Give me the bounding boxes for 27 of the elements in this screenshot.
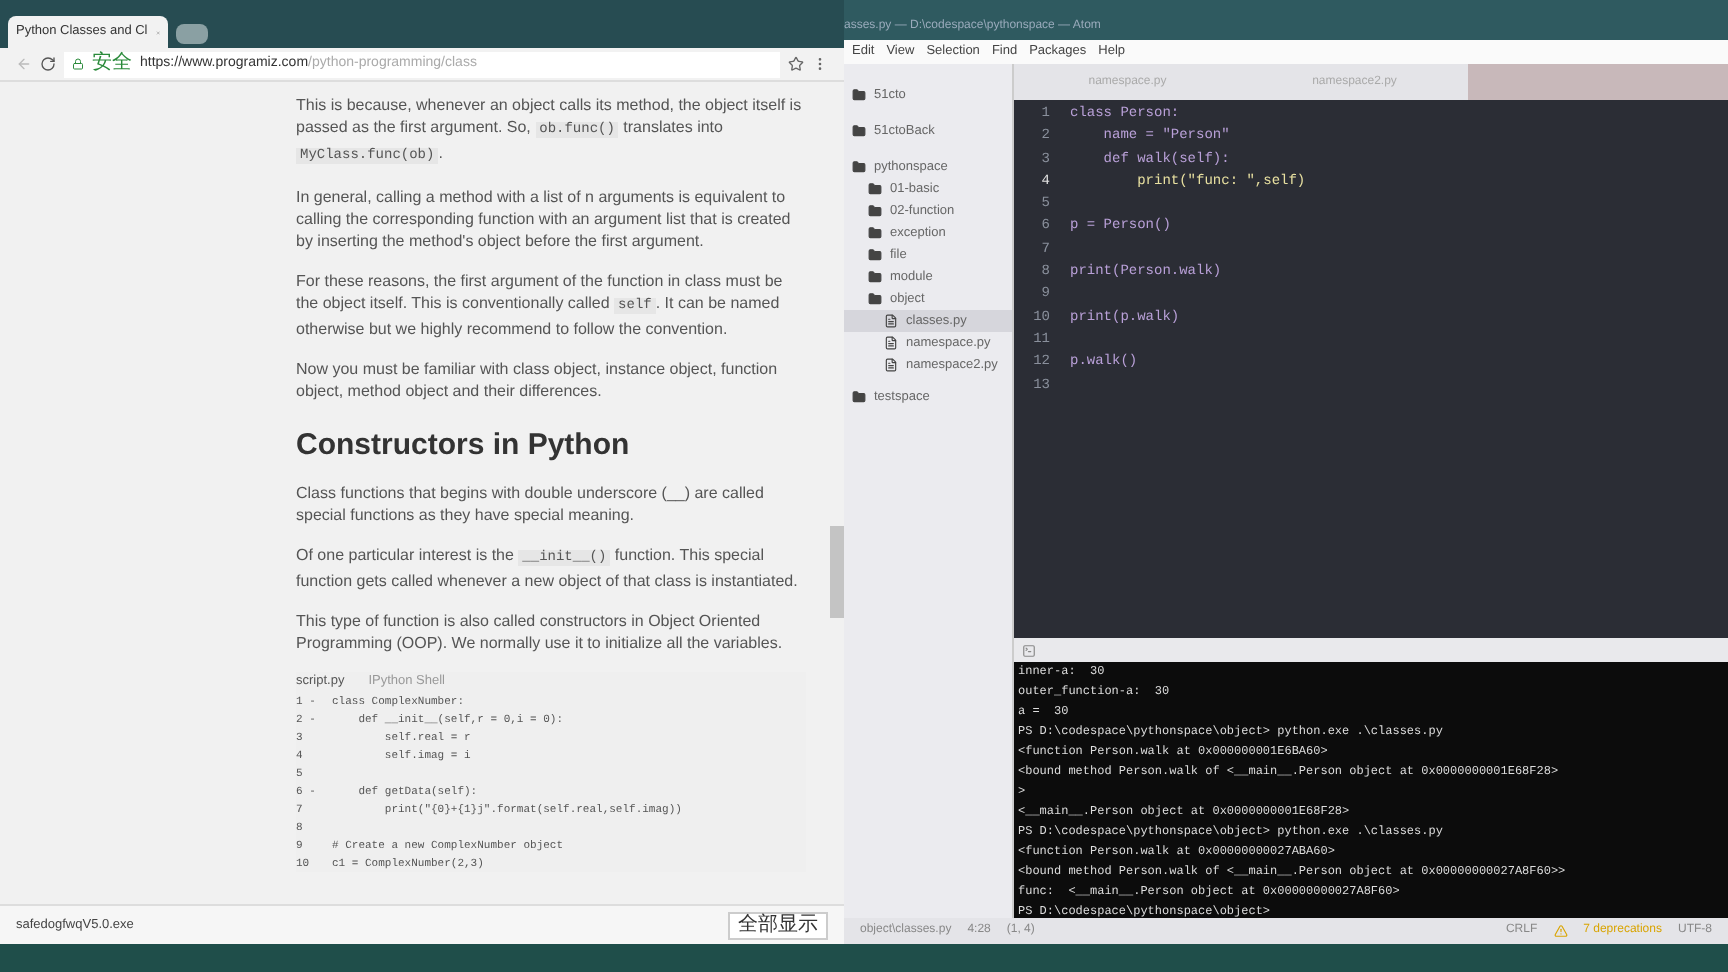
file-icon — [884, 336, 898, 350]
paragraph: Class functions that begins with double underscore (__) are called special functions as they have special meaning. — [296, 482, 766, 526]
paragraph: Now you must be familiar with class object, instance object, function object, method object and their differences. — [296, 358, 780, 402]
bookmark-star-icon[interactable] — [788, 56, 804, 72]
paragraph: This type of function is also called constructors in Object Oriented Programming (OOP). We normally use it to initialize all the variables. — [296, 610, 785, 654]
file-icon — [884, 314, 898, 328]
folder-icon — [868, 270, 882, 284]
file-icon — [884, 358, 898, 372]
folder-icon — [868, 248, 882, 262]
terminal-panel[interactable] — [1014, 662, 1728, 918]
reload-icon[interactable] — [40, 56, 56, 72]
paragraph: In general, calling a method with a list of n arguments is equivalent to calling the corresponding function with an argument list that is created by inserting the method's object before the first argument. — [296, 186, 793, 252]
folder-icon — [868, 226, 882, 240]
folder-icon — [852, 160, 866, 174]
terminal-icon[interactable] — [1022, 643, 1036, 657]
folder-icon — [868, 182, 882, 196]
folder-icon — [852, 124, 866, 138]
folder-icon — [868, 292, 882, 306]
section-heading: Constructors in Python — [296, 428, 632, 464]
show-all-button[interactable]: 全部显示 — [728, 911, 828, 939]
new-tab-button[interactable] — [176, 24, 208, 44]
folder-icon — [868, 204, 882, 218]
folder-icon — [852, 88, 866, 102]
lock-icon — [72, 58, 84, 70]
warning-icon — [1553, 924, 1568, 938]
security-label: 安全 — [92, 54, 132, 74]
folder-icon — [852, 390, 866, 404]
